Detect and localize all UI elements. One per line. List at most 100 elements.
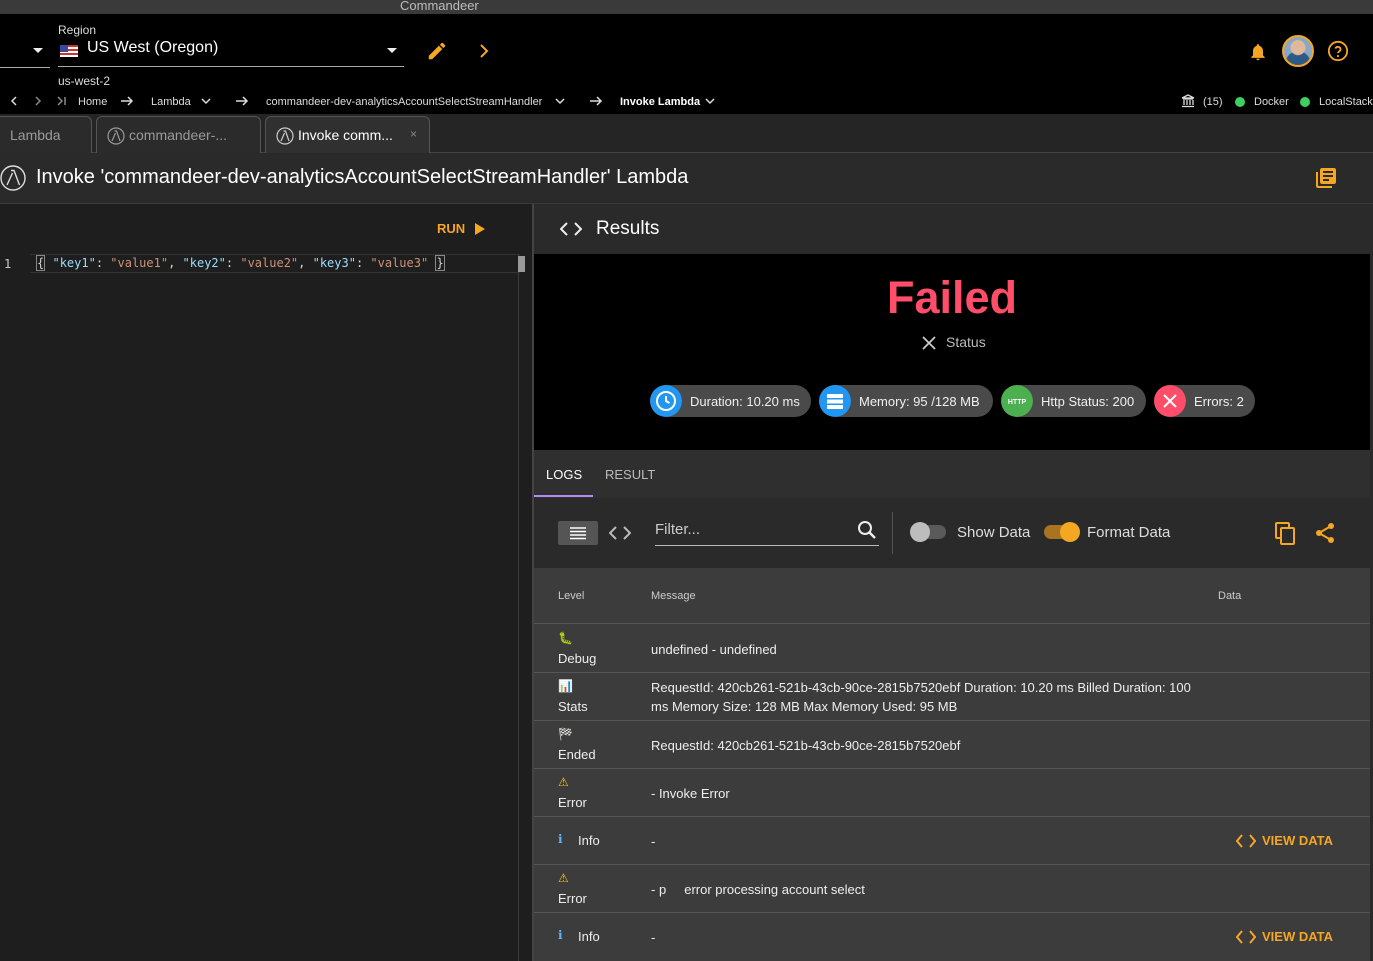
close-icon bbox=[922, 336, 936, 350]
chevron-down-icon[interactable] bbox=[704, 95, 716, 107]
table-row: ⚠ Error - p error processing account sel… bbox=[534, 865, 1370, 913]
errors-value: Errors: 2 bbox=[1194, 394, 1244, 409]
page-header: Invoke 'commandeer-dev-analyticsAccountS… bbox=[0, 153, 1373, 204]
active-tab-indicator bbox=[534, 495, 593, 497]
table-row: 📊 Stats RequestId: 420cb261-521b-43cb-90… bbox=[534, 673, 1370, 721]
code-line[interactable]: { "key1": "value1", "key2": "value2", "k… bbox=[36, 255, 445, 271]
app-header: Region US West (Oregon) us-west-2 Home L… bbox=[0, 14, 1373, 114]
errors-chip: Errors: 2 bbox=[1154, 385, 1255, 417]
duration-value: Duration: 10.20 ms bbox=[690, 394, 800, 409]
run-button[interactable]: RUN bbox=[437, 221, 465, 236]
breadcrumb-home[interactable]: Home bbox=[78, 96, 107, 108]
arrow-right-icon bbox=[590, 96, 603, 106]
tab-result[interactable]: RESULT bbox=[605, 467, 655, 482]
region-code: us-west-2 bbox=[58, 74, 111, 88]
pencil-icon[interactable] bbox=[426, 40, 448, 62]
bell-icon[interactable] bbox=[1248, 41, 1268, 63]
tab-label: commandeer-... bbox=[129, 127, 228, 143]
chart-icon: 📊 bbox=[558, 679, 573, 693]
log-level: Error bbox=[558, 891, 587, 906]
log-message: - p error processing account select bbox=[651, 882, 865, 897]
arrow-right-icon bbox=[236, 96, 249, 106]
help-icon[interactable] bbox=[1327, 40, 1349, 62]
chevron-down-icon[interactable] bbox=[554, 95, 566, 107]
duration-chip: Duration: 10.20 ms bbox=[650, 385, 811, 417]
tab-bar: Lambda commandeer-... Invoke comm... × bbox=[0, 114, 1373, 153]
back-icon[interactable] bbox=[9, 95, 19, 107]
line-number: 1 bbox=[4, 257, 12, 271]
list-view-icon[interactable] bbox=[558, 521, 598, 545]
log-level: Info bbox=[578, 929, 600, 944]
close-icon[interactable]: × bbox=[410, 127, 417, 141]
svg-text:HTTP: HTTP bbox=[1008, 399, 1027, 406]
results-header: Results bbox=[534, 204, 1373, 254]
memory-chip: Memory: 95 /128 MB bbox=[819, 385, 993, 417]
library-books-icon[interactable] bbox=[1314, 166, 1338, 190]
log-message: - bbox=[651, 930, 656, 945]
tab-logs[interactable]: LOGS bbox=[546, 467, 582, 482]
log-message: - bbox=[651, 834, 656, 849]
log-level: Info bbox=[578, 833, 600, 848]
editor-scrollbar[interactable] bbox=[518, 254, 526, 961]
copy-icon[interactable] bbox=[1274, 522, 1296, 546]
chevron-right-icon[interactable] bbox=[476, 42, 492, 60]
breadcrumb-function[interactable]: commandeer-dev-analyticsAccountSelectStr… bbox=[266, 96, 542, 108]
log-level: Stats bbox=[558, 699, 588, 714]
tab-label: Lambda bbox=[10, 127, 61, 143]
table-row: ℹ Info - VIEW DATA bbox=[534, 817, 1370, 865]
region-select[interactable]: US West (Oregon) bbox=[58, 38, 404, 67]
status-label: Status bbox=[946, 334, 986, 350]
http-status-chip: HTTP Http Status: 200 bbox=[1001, 385, 1146, 417]
filter-input[interactable] bbox=[655, 521, 845, 538]
play-icon[interactable] bbox=[474, 222, 486, 236]
filter-field[interactable] bbox=[655, 516, 879, 546]
status-panel: Failed Status Duration: 10.20 ms Memory:… bbox=[534, 254, 1370, 450]
column-level: Level bbox=[558, 590, 585, 602]
failed-status: Failed bbox=[886, 272, 1018, 323]
arrow-right-icon bbox=[121, 96, 134, 106]
chevron-down-icon[interactable] bbox=[200, 95, 212, 107]
share-icon[interactable] bbox=[1314, 522, 1336, 544]
logs-table-header: Level Message Data bbox=[534, 568, 1370, 624]
docker-label[interactable]: Docker bbox=[1254, 96, 1289, 108]
profile-select-caret-icon[interactable] bbox=[33, 48, 43, 53]
table-row: 🏁 Ended RequestId: 420cb261-521b-43cb-90… bbox=[534, 721, 1370, 769]
results-panel: Results Failed Status Duration: 10.20 ms… bbox=[534, 204, 1373, 961]
bug-icon: 🐛 bbox=[558, 631, 573, 645]
breadcrumb: Home Lambda commandeer-dev-analyticsAcco… bbox=[0, 92, 1373, 112]
results-title: Results bbox=[596, 218, 660, 239]
log-level: Debug bbox=[558, 651, 597, 666]
tab-commandeer[interactable]: commandeer-... bbox=[96, 116, 261, 153]
last-page-icon[interactable] bbox=[56, 95, 68, 107]
warning-icon: ⚠ bbox=[558, 871, 569, 885]
docker-status-dot bbox=[1235, 97, 1245, 107]
tab-invoke[interactable]: Invoke comm... × bbox=[265, 116, 430, 153]
column-message: Message bbox=[651, 590, 696, 602]
localstack-status-dot bbox=[1300, 97, 1310, 107]
logs-table: Level Message Data 🐛 Debug undefined - u… bbox=[534, 568, 1370, 961]
forward-icon[interactable] bbox=[33, 95, 43, 107]
lambda-icon bbox=[0, 165, 26, 191]
error-icon bbox=[1154, 385, 1186, 417]
bank-icon[interactable] bbox=[1181, 94, 1195, 108]
editor-scroll-thumb[interactable] bbox=[518, 256, 525, 272]
window-titlebar: Commandeer bbox=[0, 0, 1373, 14]
table-row: 🐛 Debug undefined - undefined bbox=[534, 625, 1370, 673]
localstack-label[interactable]: LocalStack bbox=[1319, 96, 1373, 108]
payload-editor[interactable]: RUN 1 { "key1": "value1", "key2": "value… bbox=[0, 204, 532, 961]
log-message: RequestId: 420cb261-521b-43cb-90ce-2815b… bbox=[651, 738, 961, 753]
tab-lambda[interactable]: Lambda bbox=[0, 116, 92, 153]
show-data-toggle[interactable] bbox=[910, 522, 946, 542]
column-data: Data bbox=[1218, 590, 1242, 602]
avatar[interactable] bbox=[1282, 35, 1314, 67]
page-title: Invoke 'commandeer-dev-analyticsAccountS… bbox=[36, 166, 689, 188]
breadcrumb-lambda[interactable]: Lambda bbox=[151, 96, 191, 108]
code-view-icon[interactable] bbox=[609, 524, 631, 542]
account-count: (15) bbox=[1203, 96, 1223, 108]
search-icon[interactable] bbox=[857, 520, 877, 540]
log-message: - Invoke Error bbox=[651, 786, 730, 801]
region-label: Region bbox=[58, 23, 97, 37]
format-data-toggle[interactable] bbox=[1044, 522, 1080, 542]
log-message: undefined - undefined bbox=[651, 642, 777, 657]
log-level: Error bbox=[558, 795, 587, 810]
